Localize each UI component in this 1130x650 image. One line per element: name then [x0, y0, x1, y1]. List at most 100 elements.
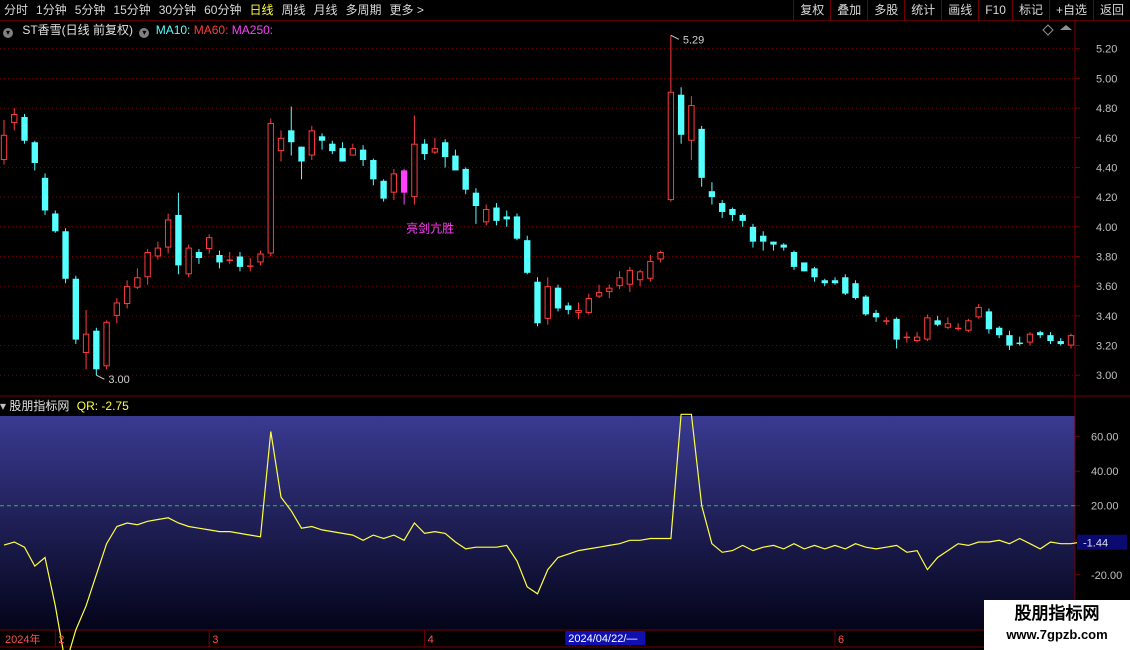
candle-body-up: [308, 130, 315, 156]
candle-body-down: [370, 160, 377, 180]
candle-body-down: [790, 252, 798, 267]
price-tick-label: 5.20: [1096, 44, 1117, 56]
candle-body-down: [852, 283, 859, 299]
candle-body-down: [236, 256, 244, 267]
indicator-background: [0, 416, 1075, 630]
candle-body-up: [185, 247, 192, 275]
collapse-icon[interactable]: ▾: [3, 28, 13, 38]
candle-body-up: [657, 252, 664, 260]
tool-button-6[interactable]: 标记: [1011, 0, 1049, 20]
price-tick-label: 5.00: [1096, 73, 1117, 85]
candle-body-down: [41, 177, 49, 211]
candle-body-up: [585, 298, 592, 313]
candle-body-up: [606, 287, 613, 293]
period-tabs: 分时 1分钟 5分钟 15分钟 30分钟 60分钟 日线 周线 月线 多周期 更多 >: [0, 0, 428, 20]
candle-body-up: [903, 336, 911, 339]
period-tab-4[interactable]: 30分钟: [155, 0, 200, 20]
candle-body-up: [431, 148, 439, 153]
candle-body-down: [1057, 341, 1064, 345]
high-marker: [670, 34, 680, 40]
period-tab-2[interactable]: 5分钟: [71, 0, 110, 20]
period-tab-5[interactable]: 60分钟: [200, 0, 245, 20]
candle-body-up: [1067, 335, 1075, 346]
candle-body-down: [359, 149, 367, 161]
candle-body-down: [31, 142, 38, 163]
candle-body-up: [954, 327, 962, 330]
period-tab-9[interactable]: 多周期: [342, 0, 386, 20]
period-tab-10[interactable]: 更多 >: [386, 0, 428, 20]
stock-name: ST香雪(日线 前复权): [22, 23, 134, 37]
candle-body-up: [544, 286, 551, 319]
price-tick-label: 3.00: [1096, 370, 1117, 382]
low-marker: [96, 374, 105, 380]
menu-triangle-icon: [1060, 25, 1072, 30]
candle-body-down: [298, 146, 305, 162]
date-label: 2024年: [5, 632, 40, 646]
candle-body-down: [380, 180, 387, 199]
tool-button-2[interactable]: 多股: [867, 0, 904, 20]
candle-body-down: [996, 327, 1003, 336]
indicator-name: 股朋指标网: [9, 399, 70, 413]
candle-body-down: [329, 143, 336, 152]
candle-body-down: [985, 311, 993, 330]
candle-body-down: [821, 280, 828, 284]
stock-chart[interactable]: 3.00 3.20 3.40 3.60 3.80 4.00 4.20 4.40 4.60 4.80…: [0, 0, 1130, 650]
period-tab-6[interactable]: 日线: [245, 0, 277, 20]
candle-body-up: [913, 336, 921, 342]
price-tick-label: 4.40: [1096, 162, 1117, 174]
tool-button-4[interactable]: 画线: [941, 0, 978, 20]
candle-body-down: [534, 281, 541, 324]
candle-body-down: [677, 94, 685, 135]
period-tab-7[interactable]: 周线: [277, 0, 309, 20]
candle-body-down: [216, 255, 223, 263]
tool-button-1[interactable]: 叠加: [830, 0, 867, 20]
tool-button-8[interactable]: 返回: [1092, 0, 1130, 20]
period-tab-1[interactable]: 1分钟: [32, 0, 71, 20]
candle-body-down: [318, 136, 326, 141]
tool-button-5[interactable]: F10: [978, 0, 1012, 20]
candle-body-down: [175, 214, 182, 266]
tool-button-7[interactable]: +自选: [1048, 0, 1093, 20]
candle-body-up: [975, 306, 982, 318]
top-toolbar: 分时 1分钟 5分钟 15分钟 30分钟 60分钟 日线 周线 月线 多周期 更多 > 复权 叠加 多股…: [0, 0, 1130, 21]
watermark-url: www.7gpzb.com: [1006, 627, 1108, 642]
candle-body-up: [277, 137, 285, 152]
candle-body-down: [195, 252, 203, 258]
candle-body-down: [288, 130, 295, 143]
candle-body-down: [472, 192, 480, 207]
candle-body-up: [390, 173, 398, 193]
candle-body-down: [1016, 342, 1023, 345]
candle-body-down: [934, 320, 941, 325]
tool-button-3[interactable]: 统计: [904, 0, 941, 20]
candle-body-down: [72, 278, 79, 340]
ma10-label: MA10:: [155, 23, 191, 37]
candle-body-up: [0, 134, 8, 161]
candle-body-down: [1006, 335, 1013, 346]
date-label: 4: [428, 634, 434, 646]
candle-body-up: [883, 320, 890, 322]
period-tab-3[interactable]: 15分钟: [109, 0, 154, 20]
candle-body-down: [729, 209, 736, 215]
candle-body-down: [452, 155, 459, 171]
candle-body-up: [349, 148, 357, 156]
candle-body-down: [698, 128, 705, 178]
period-tab-8[interactable]: 月线: [310, 0, 342, 20]
candle-body-down: [554, 287, 562, 309]
candle-body-down: [862, 296, 869, 315]
indicator-collapse-icon[interactable]: ▾: [0, 399, 6, 413]
candle-body-down: [493, 207, 500, 221]
settings-icon[interactable]: ▾: [139, 28, 150, 38]
date-label: 2: [58, 634, 64, 646]
candle-body-up: [616, 277, 623, 287]
qr-last-value: -1.44: [1083, 538, 1108, 550]
candle-body-down: [1037, 332, 1044, 336]
tool-button-0[interactable]: 复权: [793, 0, 830, 20]
period-tab-0[interactable]: 分时: [0, 0, 32, 20]
candle-body-up: [667, 91, 675, 201]
candle-body-up: [965, 320, 972, 331]
candle-body-down: [339, 148, 346, 162]
candle-body-down: [831, 280, 839, 284]
watermark-title: 股朋指标网: [1014, 604, 1100, 623]
signal-label: 亮剑亢胜: [406, 221, 454, 236]
price-tick-label: 3.20: [1096, 341, 1117, 353]
